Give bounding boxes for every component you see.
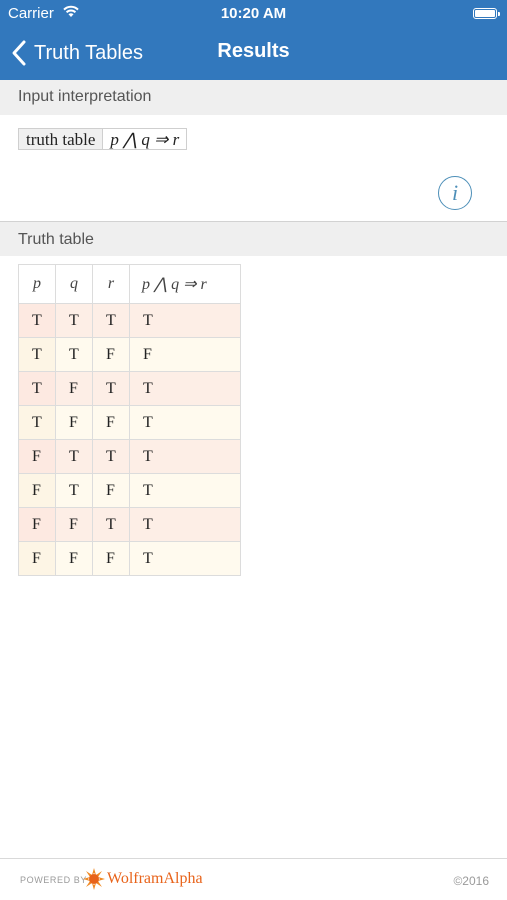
wolfram-alpha-brand: WolframAlpha [107,870,203,887]
table-row: TTTT [18,303,241,338]
table-cell-p: F [18,439,56,474]
table-cell-q: T [55,303,93,338]
copyright: ©2016 [453,874,489,888]
status-bar: Carrier 10:20 AM [0,0,507,28]
table-cell-p: F [18,473,56,508]
table-cell-expression: T [129,303,241,338]
navigation-bar: Truth Tables Results [0,28,507,80]
table-cell-q: F [55,507,93,542]
table-cell-q: T [55,473,93,508]
table-cell-r: T [92,507,130,542]
table-cell-p: T [18,337,56,372]
table-cell-q: F [55,371,93,406]
table-cell-expression: T [129,371,241,406]
interpretation-expression-cell: p ⋀ q ⇒ r [103,128,188,150]
truth-table-header: Truth table [0,221,507,256]
table-cell-p: T [18,405,56,440]
column-header-expression: p ⋀ q ⇒ r [129,264,241,304]
chevron-left-icon [12,40,26,66]
table-cell-expression: T [129,507,241,542]
table-cell-p: T [18,303,56,338]
table-cell-r: T [92,439,130,474]
back-button-label: Truth Tables [34,41,143,64]
table-row: FFTT [18,507,241,542]
column-header-p: p [18,264,56,304]
interpretation-label-cell: truth table [18,128,104,150]
table-cell-expression: T [129,541,241,576]
table-cell-r: F [92,541,130,576]
input-interpretation-box: truth table p ⋀ q ⇒ r [18,128,188,150]
table-cell-q: F [55,541,93,576]
wolfram-spikey-icon [83,868,105,890]
input-interpretation-header: Input interpretation [0,80,507,115]
truth-table: p q r p ⋀ q ⇒ r TTTTTTFFTFTTTFFTFTTTFTFT… [18,264,241,576]
back-button[interactable]: Truth Tables [10,36,143,70]
table-cell-p: F [18,541,56,576]
table-cell-expression: T [129,439,241,474]
table-cell-r: F [92,337,130,372]
table-cell-q: F [55,405,93,440]
table-cell-r: T [92,303,130,338]
info-icon[interactable]: i [438,176,472,210]
table-header-row: p q r p ⋀ q ⇒ r [18,264,241,304]
table-cell-r: T [92,371,130,406]
table-cell-r: F [92,405,130,440]
column-header-q: q [55,264,93,304]
table-cell-p: T [18,371,56,406]
table-cell-q: T [55,439,93,474]
clock: 10:20 AM [220,5,287,22]
table-cell-expression: T [129,405,241,440]
table-cell-p: F [18,507,56,542]
top-bar: Carrier 10:20 AM Truth Tables Results [0,0,507,80]
table-row: FFFT [18,541,241,576]
table-cell-expression: F [129,337,241,372]
footer: POWERED BY WolframAlpha ©2016 [0,858,507,900]
table-cell-r: F [92,473,130,508]
table-cell-q: T [55,337,93,372]
column-header-r: r [92,264,130,304]
battery-icon [473,8,500,19]
table-row: FTTT [18,439,241,474]
table-cell-expression: T [129,473,241,508]
table-row: FTFT [18,473,241,508]
table-row: TFTT [18,371,241,406]
table-row: TTFF [18,337,241,372]
powered-by-label: POWERED BY [20,875,88,885]
table-row: TFFT [18,405,241,440]
